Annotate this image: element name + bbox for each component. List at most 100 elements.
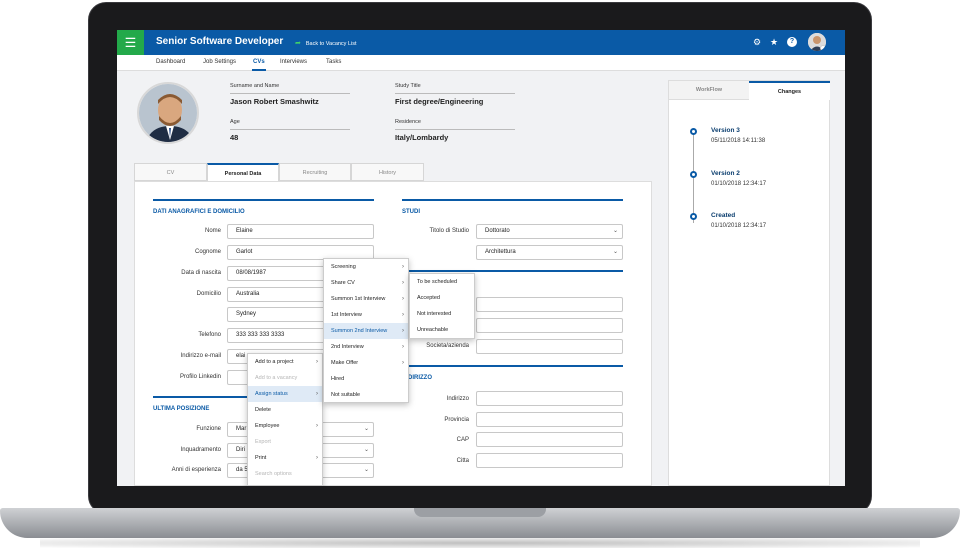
work-section-bar: [402, 270, 623, 272]
personal-section-title: DATI ANAGRAFICI E DOMICILIO: [153, 209, 245, 215]
menu-item-label: Not suitable: [331, 392, 361, 398]
work-field-1[interactable]: [476, 297, 623, 312]
status-screening[interactable]: Screening ›: [324, 259, 408, 275]
study-value: First degree/Engineering: [395, 97, 484, 106]
surname-divider: [230, 93, 350, 94]
chevron-right-icon: ›: [402, 312, 404, 318]
titolo-label: Titolo di Studio: [429, 228, 469, 234]
chevron-right-icon: ›: [316, 423, 318, 429]
tab-cvs[interactable]: CVs: [253, 59, 265, 65]
chevron-right-icon: ›: [316, 455, 318, 461]
status-summon-1st-interview[interactable]: Summon 1st Interview ›: [324, 291, 408, 307]
citta-input[interactable]: [476, 453, 623, 468]
gear-icon[interactable]: ⚙: [753, 37, 761, 47]
position-section-title: ULTIMA POSIZIONE: [153, 406, 210, 412]
funzione-label: Funzione: [196, 426, 221, 432]
chevron-down-icon: ⌄: [612, 228, 618, 234]
subtab-cv[interactable]: CV: [134, 163, 207, 181]
indirizzo-label: Indirizzo: [446, 396, 469, 402]
back-to-vacancy-link[interactable]: ➦ Back to Vacancy List: [295, 39, 357, 47]
laptop-shadow: [40, 538, 920, 548]
menu-item-add-to-vacancy[interactable]: Add to a vacancy: [248, 370, 322, 386]
chevron-down-icon: ⌄: [363, 447, 369, 453]
status-make-offer[interactable]: Make Offer ›: [324, 355, 408, 371]
email-label: Indirizzo e-mail: [180, 353, 221, 359]
tab-workflow[interactable]: WorkFlow: [669, 81, 749, 100]
surname-value: Jason Robert Smashwitz: [230, 97, 319, 106]
subtab-recruiting[interactable]: Recruiting: [279, 163, 351, 181]
timeline-date: 01/10/2018 12:34:17: [711, 223, 767, 229]
summon-accepted[interactable]: Accepted: [410, 290, 474, 306]
hamburger-icon[interactable]: ☰: [117, 30, 144, 55]
provincia-input[interactable]: [476, 412, 623, 427]
candidate-photo: [137, 82, 199, 144]
top-bar: ☰ Senior Software Developer ➦ Back to Vac…: [117, 30, 845, 55]
summon-to-be-scheduled[interactable]: To be scheduled: [410, 274, 474, 290]
chevron-right-icon: ›: [316, 359, 318, 365]
chevron-right-icon: ›: [402, 344, 404, 350]
tab-job-settings[interactable]: Job Settings: [203, 59, 236, 65]
chevron-right-icon: ›: [316, 391, 318, 397]
timeline-date: 05/11/2018 14:11:38: [711, 138, 766, 144]
help-icon[interactable]: ?: [787, 37, 797, 47]
menu-item-label: Search options: [255, 471, 292, 477]
menu-item-delete[interactable]: Delete: [248, 402, 322, 418]
subtab-personal-data[interactable]: Personal Data: [207, 163, 279, 181]
timeline-dot: [690, 128, 697, 135]
back-arrow-icon: ➦: [295, 40, 301, 47]
status-2nd-interview[interactable]: 2nd Interview ›: [324, 339, 408, 355]
cap-label: CAP: [456, 437, 469, 443]
status-summon-2nd-interview[interactable]: Summon 2nd Interview ›: [324, 323, 408, 339]
work-field-2[interactable]: [476, 318, 623, 333]
menu-item-add-to-project[interactable]: Add to a project ›: [248, 354, 322, 370]
status-1st-interview[interactable]: 1st Interview ›: [324, 307, 408, 323]
menu-item-employee[interactable]: Employee ›: [248, 418, 322, 434]
changes-panel: WorkFlow Changes Version 3 05/11/2018 14…: [668, 80, 830, 486]
chevron-right-icon: ›: [402, 264, 404, 270]
cap-input[interactable]: [476, 432, 623, 447]
status-not-suitable[interactable]: Not suitable: [324, 387, 408, 403]
titolo-select[interactable]: Dottorato ⌄: [476, 224, 623, 239]
tab-interviews[interactable]: Interviews: [280, 59, 307, 65]
subtab-history[interactable]: History: [351, 163, 424, 181]
address-section-bar: [402, 365, 623, 367]
status-hired[interactable]: Hired: [324, 371, 408, 387]
summon-submenu: To be scheduled Accepted Not interested …: [409, 273, 475, 339]
citta-label: Citta: [456, 458, 469, 464]
study-label: Study Title: [395, 83, 421, 89]
app-screen: ☰ Senior Software Developer ➦ Back to Vac…: [117, 30, 845, 486]
telefono-label: Telefono: [198, 332, 221, 338]
societa-input[interactable]: [476, 339, 623, 354]
user-avatar-icon[interactable]: [808, 33, 826, 51]
tab-tasks[interactable]: Tasks: [326, 59, 341, 65]
chevron-right-icon: ›: [402, 296, 404, 302]
laptop-frame: ☰ Senior Software Developer ➦ Back to Vac…: [0, 0, 960, 553]
star-icon[interactable]: ★: [770, 37, 778, 47]
nome-input[interactable]: Elaine: [227, 224, 374, 239]
chevron-down-icon: ⌄: [612, 249, 618, 255]
indirizzo-studio-select[interactable]: Architettura ⌄: [476, 245, 623, 260]
page-title: Senior Software Developer: [156, 36, 284, 47]
menu-item-label: Delete: [255, 407, 271, 413]
menu-item-label: 2nd Interview: [331, 344, 364, 350]
menu-item-search-options[interactable]: Search options: [248, 466, 322, 482]
menu-item-label: Print: [255, 455, 267, 461]
study-divider: [395, 93, 515, 94]
menu-item-assign-status[interactable]: Assign status ›: [248, 386, 322, 402]
status-share-cv[interactable]: Share CV ›: [324, 275, 408, 291]
summon-unreachable[interactable]: Unreachable: [410, 322, 474, 338]
tab-changes[interactable]: Changes: [749, 81, 830, 100]
menu-item-print[interactable]: Print ›: [248, 450, 322, 466]
summon-not-interested[interactable]: Not interested: [410, 306, 474, 322]
age-label: Age: [230, 119, 240, 125]
menu-item-export[interactable]: Export: [248, 434, 322, 450]
context-menu: Add to a project › Add to a vacancy Assig…: [247, 353, 323, 486]
menu-item-label: Share CV: [331, 280, 355, 286]
indirizzo-input[interactable]: [476, 391, 623, 406]
societa-label: Societa/azienda: [426, 343, 469, 349]
timeline-dot: [690, 213, 697, 220]
chevron-right-icon: ›: [402, 280, 404, 286]
tab-dashboard[interactable]: Dashboard: [156, 59, 185, 65]
menu-item-label: Make Offer: [331, 360, 359, 366]
personal-section-bar: [153, 199, 374, 201]
